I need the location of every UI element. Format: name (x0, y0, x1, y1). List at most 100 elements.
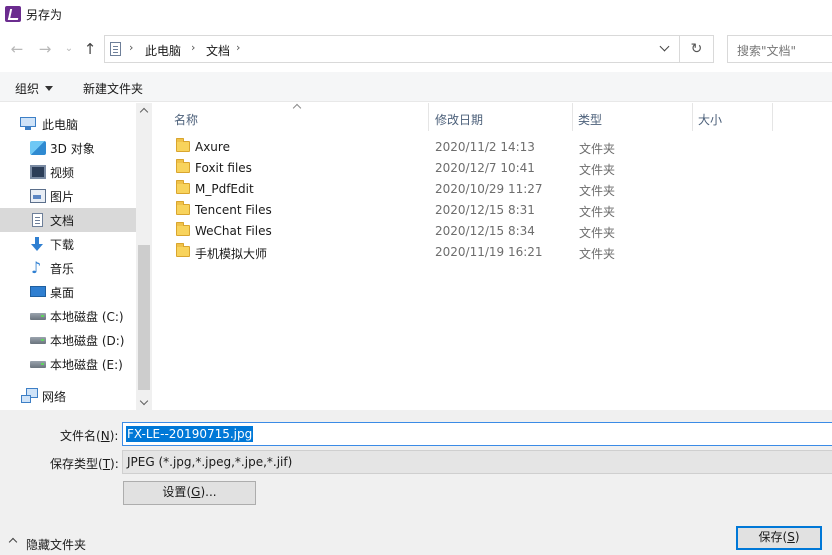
column-header-type[interactable]: 类型 (573, 103, 692, 131)
recent-locations-button[interactable]: ⌄ (59, 38, 79, 60)
sidebar-item-label: 下载 (50, 238, 75, 252)
folder-icon (176, 243, 190, 257)
new-folder-button[interactable]: 新建文件夹 (83, 80, 143, 97)
settings-label: 设置 (162, 485, 187, 499)
file-modified: 2020/12/15 8:34 (435, 224, 535, 238)
breadcrumb-documents[interactable]: 文档 (206, 42, 230, 59)
file-type: 文件夹 (579, 163, 616, 177)
scroll-up-icon[interactable] (140, 106, 148, 114)
sidebar-item-label: 桌面 (50, 286, 75, 300)
back-button[interactable]: ← (7, 38, 27, 60)
filename-field[interactable]: FX-LE--20190715.jpg (122, 422, 832, 446)
file-modified: 2020/11/2 14:13 (435, 140, 535, 154)
table-row[interactable]: Axure 2020/11/2 14:13 文件夹 (170, 137, 770, 158)
file-type: 文件夹 (579, 184, 616, 198)
filename-label: 文件名(N): (60, 429, 119, 443)
folder-icon (176, 159, 190, 173)
search-placeholder: 搜索"文档" (737, 44, 797, 58)
sidebar-item-label: 网络 (42, 390, 67, 404)
organize-label: 组织 (15, 82, 40, 96)
sidebar-item-this-pc[interactable]: 此电脑 (0, 112, 136, 136)
file-type: 文件夹 (579, 205, 616, 219)
folder-icon (176, 201, 190, 215)
sidebar-item-drive-e[interactable]: 本地磁盘 (E:) (0, 352, 136, 376)
file-modified: 2020/11/19 16:21 (435, 245, 543, 259)
column-header-label: 类型 (578, 113, 603, 127)
sidebar-item-documents[interactable]: 文档 (0, 208, 136, 232)
breadcrumb-separator[interactable]: › (129, 41, 133, 54)
computer-icon (20, 117, 36, 130)
filetype-label-text: 保存类型 (50, 457, 99, 471)
settings-button[interactable]: 设置(G)... (123, 481, 256, 505)
column-header-size[interactable]: 大小 (693, 103, 772, 131)
breadcrumb-this-pc[interactable]: 此电脑 (145, 42, 181, 59)
filetype-label: 保存类型(T): (50, 457, 119, 471)
up-button[interactable]: ↑ (80, 38, 100, 60)
file-name: 手机模拟大师 (195, 247, 268, 261)
file-list: 名称 修改日期 类型 大小 Axure 2020/11/2 14:13 文件夹 … (152, 103, 832, 410)
file-modified: 2020/10/29 11:27 (435, 182, 543, 196)
settings-ellipsis: ... (205, 485, 217, 499)
sidebar-item-label: 本地磁盘 (C:) (50, 310, 124, 324)
scrollbar-thumb[interactable] (138, 245, 150, 390)
refresh-button[interactable]: ↻ (680, 35, 714, 63)
sidebar-item-music[interactable]: ♪ 音乐 (0, 256, 136, 280)
breadcrumb-separator[interactable]: › (191, 41, 195, 54)
folder-icon (176, 138, 190, 152)
sidebar-item-videos[interactable]: 视频 (0, 160, 136, 184)
table-row[interactable]: WeChat Files 2020/12/15 8:34 文件夹 (170, 221, 770, 242)
forward-button[interactable]: → (35, 38, 55, 60)
video-icon (30, 165, 46, 179)
filetype-value: JPEG (*.jpg,*.jpeg,*.jpe,*.jif) (127, 455, 293, 469)
table-row[interactable]: Tencent Files 2020/12/15 8:31 文件夹 (170, 200, 770, 221)
column-header-name[interactable]: 名称 (152, 103, 428, 131)
folder-icon (176, 222, 190, 236)
file-modified: 2020/12/15 8:31 (435, 203, 535, 217)
sidebar-item-label: 此电脑 (42, 118, 79, 132)
file-name: Axure (195, 140, 230, 154)
filename-accesskey: N (100, 429, 110, 443)
organize-button[interactable]: 组织 (15, 80, 54, 97)
filetype-select[interactable]: JPEG (*.jpg,*.jpeg,*.jpe,*.jif) (122, 450, 832, 474)
sidebar-item-network[interactable]: 网络 (0, 384, 136, 408)
save-label: 保存 (758, 530, 783, 544)
scroll-down-icon[interactable] (140, 398, 148, 406)
drive-icon (30, 313, 46, 320)
network-icon (21, 388, 38, 403)
sidebar-scrollbar[interactable] (136, 103, 152, 410)
column-header-label: 大小 (698, 113, 723, 127)
sidebar-item-label: 本地磁盘 (E:) (50, 358, 123, 372)
file-type: 文件夹 (579, 226, 616, 240)
save-button[interactable]: 保存(S) (736, 526, 822, 550)
sidebar-item-label: 音乐 (50, 262, 75, 276)
column-header-modified[interactable]: 修改日期 (429, 103, 572, 131)
sidebar-item-drive-c[interactable]: 本地磁盘 (C:) (0, 304, 136, 328)
address-bar[interactable]: › 此电脑 › 文档 › (104, 35, 680, 63)
column-divider[interactable] (772, 103, 773, 131)
sidebar-item-pictures[interactable]: 图片 (0, 184, 136, 208)
table-row[interactable]: 手机模拟大师 2020/11/19 16:21 文件夹 (170, 242, 770, 263)
column-header-label: 修改日期 (435, 113, 484, 127)
file-name: WeChat Files (195, 224, 272, 238)
caret-down-icon (45, 86, 54, 91)
sidebar-item-3d-objects[interactable]: 3D 对象 (0, 136, 136, 160)
sidebar-item-label: 视频 (50, 166, 75, 180)
sidebar-item-label: 本地磁盘 (D:) (50, 334, 125, 348)
hide-folders-label: 隐藏文件夹 (26, 538, 87, 552)
table-row[interactable]: M_PdfEdit 2020/10/29 11:27 文件夹 (170, 179, 770, 200)
sidebar-item-downloads[interactable]: 下载 (0, 232, 136, 256)
breadcrumb-separator[interactable]: › (236, 41, 240, 54)
file-type: 文件夹 (579, 142, 616, 156)
filename-label-text: 文件名 (60, 429, 97, 443)
table-row[interactable]: Foxit files 2020/12/7 10:41 文件夹 (170, 158, 770, 179)
sidebar-item-desktop[interactable]: 桌面 (0, 280, 136, 304)
sidebar-item-drive-d[interactable]: 本地磁盘 (D:) (0, 328, 136, 352)
file-name: M_PdfEdit (195, 182, 254, 196)
sidebar-item-label: 图片 (50, 190, 75, 204)
desktop-icon (30, 286, 46, 297)
chevron-down-icon[interactable] (659, 42, 671, 54)
folder-icon (176, 180, 190, 194)
search-input[interactable]: 搜索"文档" (727, 35, 832, 63)
toolbar: 组织 新建文件夹 (0, 72, 832, 102)
sidebar-item-label: 文档 (50, 214, 75, 228)
